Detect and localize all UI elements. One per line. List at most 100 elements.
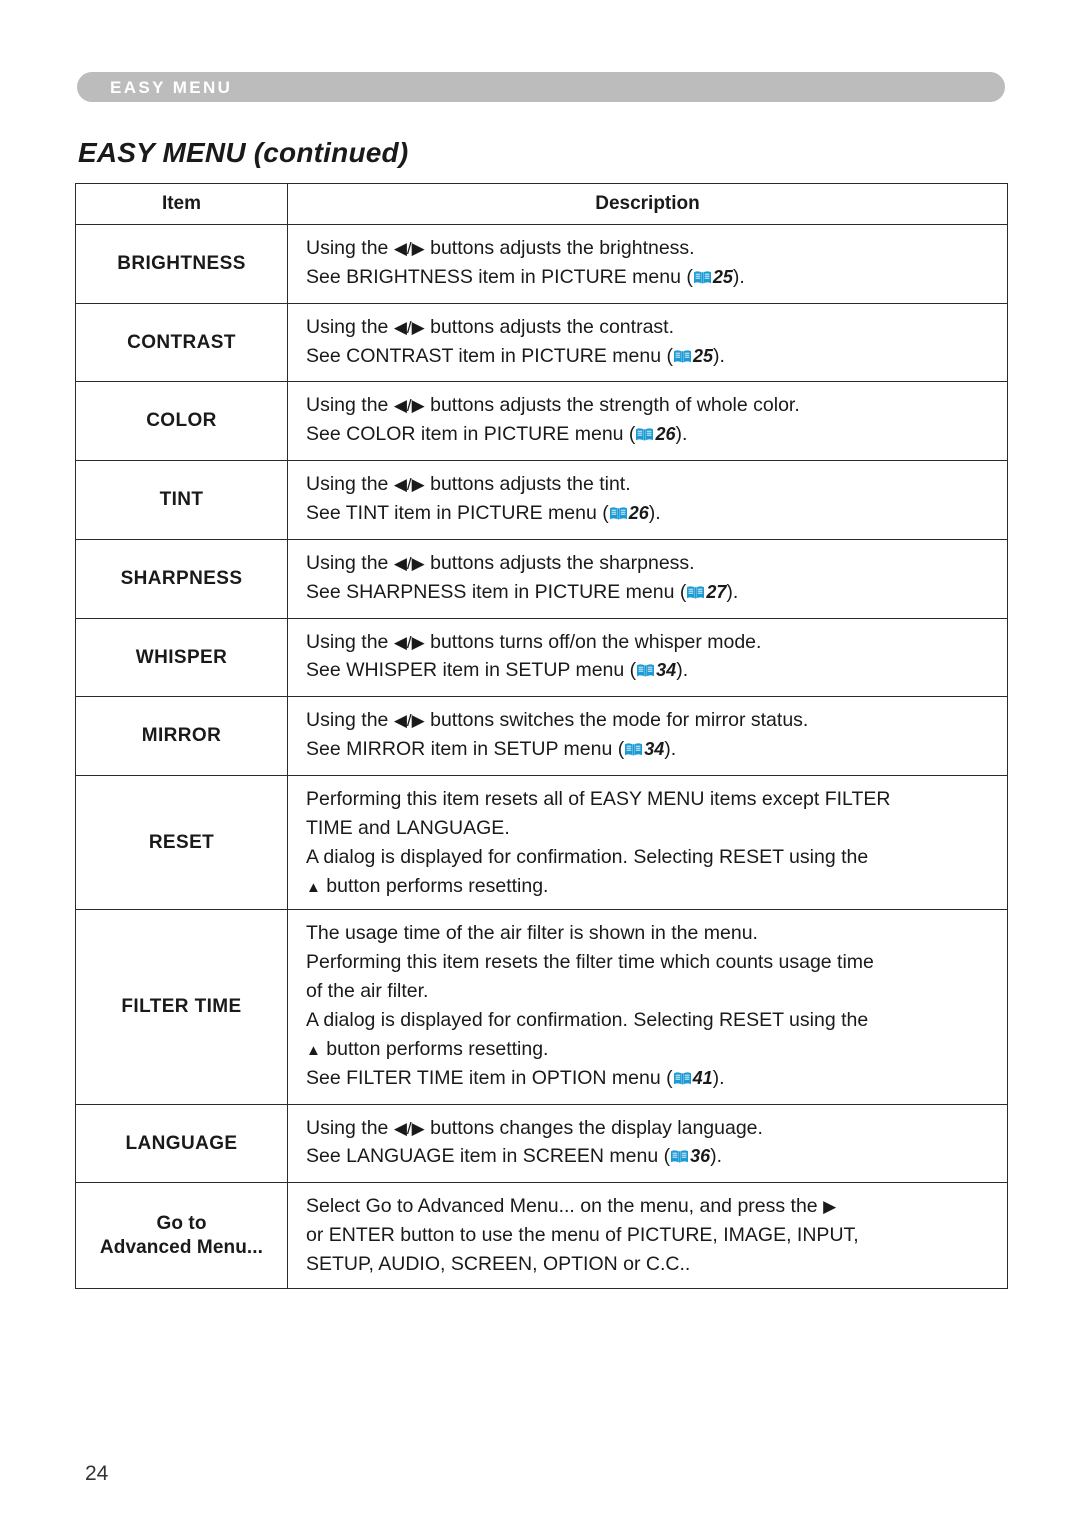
description-text: button performs resetting. bbox=[320, 1037, 549, 1060]
description-text: Using the bbox=[306, 630, 394, 653]
description-line: The usage time of the air filter is show… bbox=[306, 919, 997, 948]
table-row: WHISPER Using the ◀/▶ buttons turns off/o… bbox=[75, 617, 1008, 698]
item-label: CONTRAST bbox=[75, 302, 288, 383]
page-reference-number: 27 bbox=[706, 581, 727, 602]
item-label: FILTER TIME bbox=[75, 909, 288, 1105]
table-header: Item Description bbox=[75, 183, 1008, 225]
table-row: BRIGHTNESS Using the ◀/▶ buttons adjusts … bbox=[75, 224, 1008, 304]
description-cell: Using the ◀/▶ buttons adjusts the streng… bbox=[287, 381, 1008, 462]
description-text: TIME and LANGUAGE. bbox=[306, 816, 510, 839]
page-reference: 25 bbox=[693, 263, 733, 294]
page-reference: 25 bbox=[673, 342, 713, 373]
description-line: Using the ◀/▶ buttons adjusts the bright… bbox=[306, 234, 997, 263]
description-text: ). bbox=[732, 265, 745, 288]
description-text: buttons switches the mode for mirror sta… bbox=[424, 709, 809, 732]
column-header-item: Item bbox=[75, 183, 288, 225]
book-icon bbox=[635, 422, 654, 451]
page-reference-number: 36 bbox=[690, 1146, 711, 1167]
description-text: See SHARPNESS item in PICTURE menu ( bbox=[306, 580, 687, 603]
description-text: button performs resetting. bbox=[320, 874, 549, 897]
description-line: Using the ◀/▶ buttons switches the mode … bbox=[306, 706, 997, 735]
description-text: ). bbox=[676, 659, 689, 682]
item-label: Go to Advanced Menu... bbox=[75, 1182, 288, 1289]
description-text: ). bbox=[712, 1066, 725, 1089]
description-text: SETUP, AUDIO, SCREEN, OPTION or C.C.. bbox=[306, 1253, 691, 1276]
description-text: buttons changes the display language. bbox=[424, 1116, 763, 1139]
description-text: buttons turns off/on the whisper mode. bbox=[424, 630, 762, 653]
page-reference-number: 25 bbox=[692, 345, 714, 366]
right-triangle-icon: ▶ bbox=[823, 1197, 837, 1217]
description-cell: Using the ◀/▶ buttons adjusts the contra… bbox=[287, 302, 1008, 383]
table-row: MIRROR Using the ◀/▶ buttons switches the… bbox=[75, 696, 1008, 777]
page-reference: 26 bbox=[635, 420, 675, 451]
description-line: SETUP, AUDIO, SCREEN, OPTION or C.C.. bbox=[306, 1250, 997, 1279]
left-right-triangles-icon: ◀/▶ bbox=[393, 1118, 425, 1138]
description-text: Using the bbox=[306, 473, 394, 496]
description-text: Using the bbox=[306, 394, 394, 417]
description-text: ). bbox=[648, 502, 661, 525]
description-text: A dialog is displayed for confirmation. … bbox=[306, 845, 869, 868]
page-reference-number: 25 bbox=[712, 266, 733, 287]
table-row: TINT Using the ◀/▶ buttons adjusts the ti… bbox=[75, 460, 1008, 540]
description-text: buttons adjusts the tint. bbox=[424, 473, 631, 496]
column-header-description: Description bbox=[287, 183, 1008, 225]
description-line: or ENTER button to use the menu of PICTU… bbox=[306, 1221, 997, 1250]
item-label: LANGUAGE bbox=[75, 1103, 288, 1184]
book-icon bbox=[670, 1144, 689, 1173]
up-triangle-icon: ▲ bbox=[306, 1041, 321, 1059]
description-line: Using the ◀/▶ buttons adjusts the sharpn… bbox=[306, 549, 997, 578]
item-label: MIRROR bbox=[75, 696, 288, 777]
table-header-row: Item Description bbox=[75, 183, 1008, 225]
book-icon bbox=[636, 658, 655, 687]
description-line: See COLOR item in PICTURE menu (26). bbox=[306, 420, 997, 451]
description-text: ). bbox=[710, 1145, 723, 1168]
book-icon bbox=[609, 501, 628, 530]
item-label: WHISPER bbox=[75, 617, 288, 698]
description-line: TIME and LANGUAGE. bbox=[306, 814, 997, 843]
description-line: See WHISPER item in SETUP menu (34). bbox=[306, 656, 997, 687]
description-line: A dialog is displayed for confirmation. … bbox=[306, 1006, 997, 1035]
up-triangle-icon: ▲ bbox=[306, 878, 321, 896]
description-text: See MIRROR item in SETUP menu ( bbox=[306, 738, 625, 761]
description-line: ▲ button performs resetting. bbox=[306, 1035, 997, 1064]
description-line: See CONTRAST item in PICTURE menu ( 25). bbox=[306, 342, 997, 373]
table-row: Go to Advanced Menu... Select Go to Advanc… bbox=[75, 1182, 1008, 1289]
description-cell: Using the ◀/▶ buttons changes the displa… bbox=[287, 1103, 1008, 1184]
description-text: See CONTRAST item in PICTURE menu ( bbox=[306, 344, 673, 367]
description-line: Performing this item resets the filter t… bbox=[306, 948, 997, 977]
description-line: See FILTER TIME item in OPTION menu (41)… bbox=[306, 1064, 997, 1095]
page-reference: 41 bbox=[673, 1064, 713, 1095]
description-line: Using the ◀/▶ buttons adjusts the contra… bbox=[306, 313, 997, 342]
running-header-label: EASY MENU bbox=[110, 77, 233, 97]
description-line: ▲ button performs resetting. bbox=[306, 872, 997, 901]
description-line: Using the ◀/▶ buttons turns off/on the w… bbox=[306, 628, 997, 657]
description-text: See COLOR item in PICTURE menu ( bbox=[306, 423, 636, 446]
description-cell: Performing this item resets all of EASY … bbox=[287, 775, 1008, 911]
table-row: LANGUAGE Using the ◀/▶ buttons changes th… bbox=[75, 1103, 1008, 1184]
description-line: Select Go to Advanced Menu... on the men… bbox=[306, 1192, 997, 1221]
description-text: Using the bbox=[306, 315, 394, 338]
description-line: See SHARPNESS item in PICTURE menu ( 27). bbox=[306, 578, 997, 609]
book-icon bbox=[686, 580, 705, 609]
description-line: Performing this item resets all of EASY … bbox=[306, 785, 997, 814]
description-line: See MIRROR item in SETUP menu ( 34). bbox=[306, 735, 997, 766]
page-reference: 34 bbox=[636, 656, 676, 687]
description-text: The usage time of the air filter is show… bbox=[306, 922, 758, 945]
left-right-triangles-icon: ◀/▶ bbox=[393, 317, 425, 337]
left-right-triangles-icon: ◀/▶ bbox=[393, 711, 425, 731]
description-text: Using the bbox=[306, 237, 394, 259]
description-text: ). bbox=[726, 580, 739, 603]
page-reference: 26 bbox=[609, 499, 649, 530]
item-label: COLOR bbox=[75, 381, 288, 462]
page-number: 24 bbox=[85, 1462, 109, 1485]
description-text: buttons adjusts the contrast. bbox=[424, 315, 674, 338]
description-text: ). bbox=[664, 738, 677, 761]
description-cell: Using the ◀/▶ buttons turns off/on the w… bbox=[287, 617, 1008, 698]
description-line: See TINT item in PICTURE menu (26). bbox=[306, 499, 997, 530]
description-text: ). bbox=[713, 344, 725, 367]
table-body: BRIGHTNESS Using the ◀/▶ buttons adjusts … bbox=[75, 224, 1008, 1289]
description-cell: Using the ◀/▶ buttons adjusts the sharpn… bbox=[287, 538, 1008, 619]
book-icon bbox=[673, 1066, 692, 1095]
page-reference-number: 34 bbox=[644, 739, 665, 760]
page-title: EASY MENU (continued) bbox=[78, 136, 409, 168]
